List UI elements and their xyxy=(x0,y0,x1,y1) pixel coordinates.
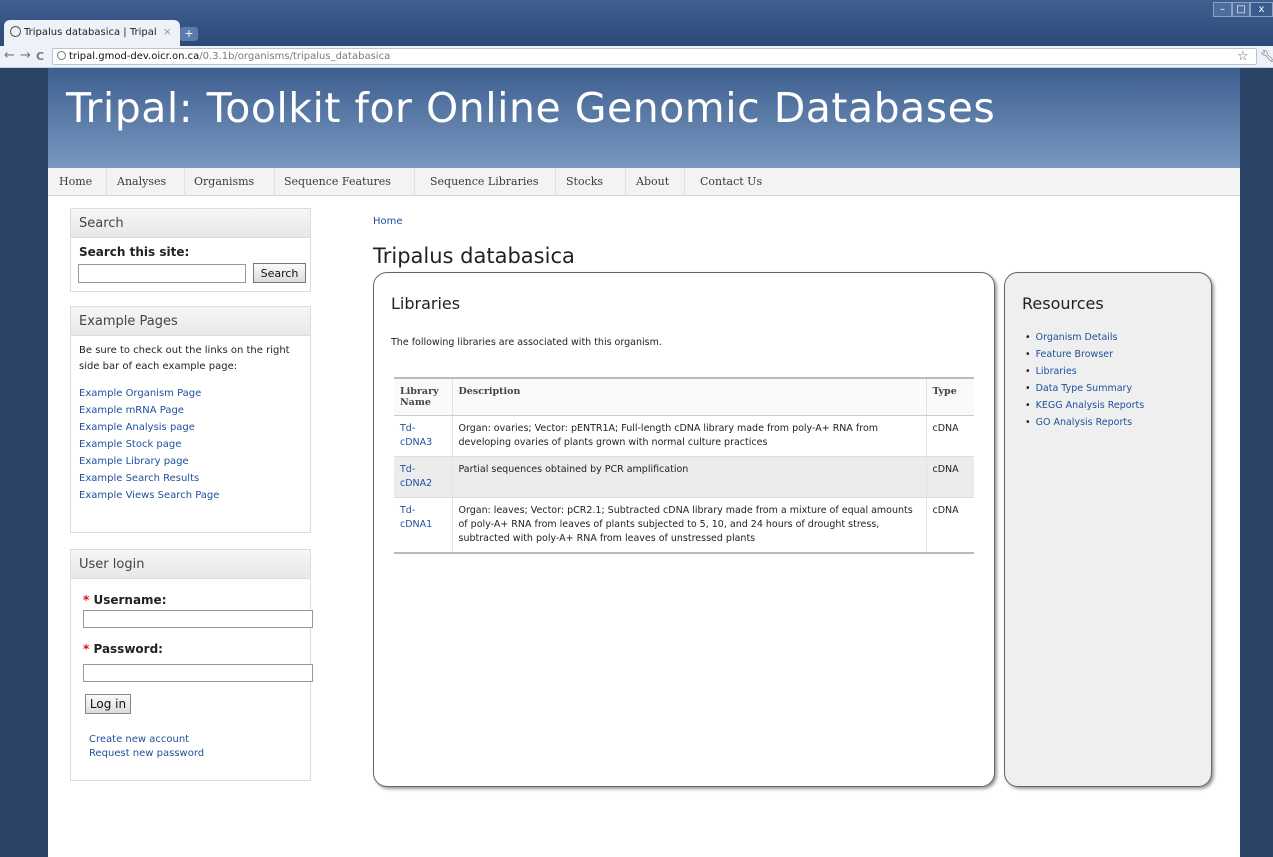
page: Tripal: Toolkit for Online Genomic Datab… xyxy=(48,68,1240,857)
search-button[interactable]: Search xyxy=(253,263,306,283)
table-row: Td-cDNA2 Partial sequences obtained by P… xyxy=(394,456,974,498)
nav-divider xyxy=(414,168,415,196)
url-path: /0.3.1b/organisms/tripalus_databasica xyxy=(199,51,391,62)
library-description: Organ: ovaries; Vector: pENTR1A; Full-le… xyxy=(451,415,926,457)
block-title: Search xyxy=(71,209,310,238)
required-marker: * xyxy=(83,593,90,607)
example-pages-block: Example Pages Be sure to check out the l… xyxy=(70,306,311,533)
section-intro: The following libraries are associated w… xyxy=(391,337,662,348)
globe-icon xyxy=(10,26,21,37)
reload-icon[interactable]: C xyxy=(36,50,44,63)
nav-home[interactable]: Home xyxy=(59,175,92,188)
nav-divider xyxy=(184,168,185,196)
block-title: Example Pages xyxy=(71,307,310,336)
column-header: Description xyxy=(451,377,926,416)
nav-stocks[interactable]: Stocks xyxy=(566,175,603,188)
nav-sequence-libraries[interactable]: Sequence Libraries xyxy=(430,175,539,188)
libraries-table: Library Name Description Type Td-cDNA3 O… xyxy=(394,377,974,554)
bookmark-star-icon[interactable]: ☆ xyxy=(1237,49,1249,64)
library-type: cDNA xyxy=(925,415,974,457)
column-header: Type xyxy=(925,377,974,416)
forward-arrow-icon[interactable]: → xyxy=(20,48,31,63)
search-input[interactable] xyxy=(78,264,246,283)
library-description: Organ: leaves; Vector: pCR2.1; Subtracte… xyxy=(451,497,926,554)
window-minimize-button[interactable]: – xyxy=(1213,2,1232,17)
nav-analyses[interactable]: Analyses xyxy=(117,175,166,188)
page-title: Tripalus databasica xyxy=(373,244,575,268)
browser-toolbar: ← → C tripal.gmod-dev.oicr.on.ca/0.3.1b/… xyxy=(0,46,1273,68)
library-name-link[interactable]: Td-cDNA3 xyxy=(394,415,452,457)
example-search-results-link[interactable]: Example Search Results xyxy=(79,470,302,487)
resource-feature-browser[interactable]: Feature Browser xyxy=(1025,346,1144,363)
nav-divider xyxy=(274,168,275,196)
example-views-search-link[interactable]: Example Views Search Page xyxy=(79,487,302,504)
nav-divider xyxy=(106,168,107,196)
nav-divider xyxy=(684,168,685,196)
example-organism-link[interactable]: Example Organism Page xyxy=(79,385,302,402)
example-analysis-link[interactable]: Example Analysis page xyxy=(79,419,302,436)
libraries-panel: Libraries The following libraries are as… xyxy=(373,272,995,787)
nav-about[interactable]: About xyxy=(636,175,669,188)
log-in-button[interactable]: Log in xyxy=(85,694,131,714)
library-description: Partial sequences obtained by PCR amplif… xyxy=(451,456,926,498)
example-stock-link[interactable]: Example Stock page xyxy=(79,436,302,453)
primary-nav: Home Analyses Organisms Sequence Feature… xyxy=(48,168,1240,196)
table-row: Td-cDNA1 Organ: leaves; Vector: pCR2.1; … xyxy=(394,497,974,554)
table-row: Td-cDNA3 Organ: ovaries; Vector: pENTR1A… xyxy=(394,415,974,457)
password-label: * Password: xyxy=(83,642,163,656)
resources-panel: Resources Organism Details Feature Brows… xyxy=(1004,272,1212,787)
example-intro: Be sure to check out the links on the ri… xyxy=(79,345,290,372)
address-bar[interactable]: tripal.gmod-dev.oicr.on.ca/0.3.1b/organi… xyxy=(52,48,1257,65)
resources-title: Resources xyxy=(1022,294,1104,313)
nav-sequence-features[interactable]: Sequence Features xyxy=(284,175,391,188)
nav-divider xyxy=(625,168,626,196)
search-block: Search Search this site: Search xyxy=(70,208,311,292)
library-name-link[interactable]: Td-cDNA1 xyxy=(394,497,452,554)
library-name-link[interactable]: Td-cDNA2 xyxy=(394,456,452,498)
new-tab-button[interactable]: + xyxy=(180,27,198,41)
wrench-icon[interactable]: 🔧︎ xyxy=(1260,49,1273,63)
resource-organism-details[interactable]: Organism Details xyxy=(1025,329,1144,346)
table-header-row: Library Name Description Type xyxy=(394,377,974,416)
create-account-link[interactable]: Create new account xyxy=(89,733,189,747)
browser-tab-bar: Tripalus databasica | Tripal × + – □ x xyxy=(0,0,1273,46)
browser-tab[interactable]: Tripalus databasica | Tripal × xyxy=(4,20,180,46)
nav-divider xyxy=(555,168,556,196)
resource-go-reports[interactable]: GO Analysis Reports xyxy=(1025,414,1144,431)
back-arrow-icon[interactable]: ← xyxy=(4,48,15,63)
tab-title: Tripalus databasica | Tripal xyxy=(24,27,157,38)
nav-contact-us[interactable]: Contact Us xyxy=(700,175,762,188)
page-icon xyxy=(57,51,66,60)
url-host: tripal.gmod-dev.oicr.on.ca xyxy=(69,51,200,62)
resource-kegg-reports[interactable]: KEGG Analysis Reports xyxy=(1025,397,1145,414)
library-type: cDNA xyxy=(925,497,974,554)
column-header: Library Name xyxy=(394,377,452,416)
library-type: cDNA xyxy=(925,456,974,498)
window-close-button[interactable]: x xyxy=(1250,2,1273,17)
nav-organisms[interactable]: Organisms xyxy=(194,175,254,188)
resource-data-type-summary[interactable]: Data Type Summary xyxy=(1025,380,1144,397)
required-marker: * xyxy=(83,642,90,656)
site-title[interactable]: Tripal: Toolkit for Online Genomic Datab… xyxy=(66,84,995,132)
site-header: Tripal: Toolkit for Online Genomic Datab… xyxy=(48,68,1240,168)
example-library-link[interactable]: Example Library page xyxy=(79,453,302,470)
block-title: User login xyxy=(71,550,310,579)
resource-libraries[interactable]: Libraries xyxy=(1025,363,1144,380)
search-label: Search this site: xyxy=(79,245,190,259)
breadcrumb[interactable]: Home xyxy=(373,216,403,227)
username-input[interactable] xyxy=(83,610,313,628)
user-login-block: User login * Username: * Password: Log i… xyxy=(70,549,313,781)
request-password-link[interactable]: Request new password xyxy=(89,747,204,761)
section-title: Libraries xyxy=(391,294,461,313)
example-mrna-link[interactable]: Example mRNA Page xyxy=(79,402,302,419)
resources-list: Organism Details Feature Browser Librari… xyxy=(1025,329,1145,431)
window-maximize-button[interactable]: □ xyxy=(1232,2,1250,17)
tab-close-icon[interactable]: × xyxy=(163,25,172,38)
password-input[interactable] xyxy=(83,664,313,682)
username-label: * Username: xyxy=(83,593,167,607)
